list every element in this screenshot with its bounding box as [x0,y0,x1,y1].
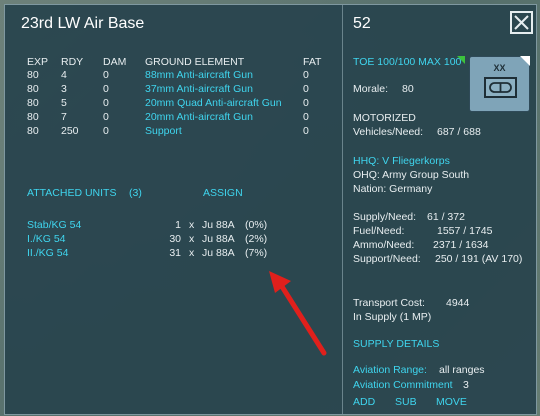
row-element[interactable]: 88mm Anti-aircraft Gun [145,69,253,81]
air-unit-type: Ju 88A [202,247,235,259]
air-unit-qty: 1 [175,219,181,231]
header-exp: EXP [27,56,49,68]
row-fat: 0 [303,83,309,95]
unit-title: 23rd LW Air Base [21,15,145,32]
air-unit-type: Ju 88A [202,219,235,231]
attached-units-label[interactable]: ATTACHED UNITS [27,187,116,199]
row-fat: 0 [303,69,309,81]
row-element[interactable]: 20mm Anti-aircraft Gun [145,111,253,123]
support-label: Support/Need: [353,253,421,265]
air-unit-name[interactable]: II./KG 54 [27,247,68,259]
unit-detail-panel: 23rd LW Air Base 52 EXP RDY DAM GROUND E… [4,4,537,415]
morale-label: Morale: [353,83,389,95]
row-exp: 80 [27,97,39,109]
in-supply-label: In Supply (1 MP) [353,311,432,323]
supply-details-button[interactable]: SUPPLY DETAILS [353,338,439,350]
transport-cost-value: 4944 [446,297,470,309]
aviation-range-value: all ranges [439,364,485,376]
aviation-commitment-label[interactable]: Aviation Commitment [353,379,453,391]
air-unit-qty: 31 [169,247,181,259]
row-exp: 80 [27,125,39,137]
header-ground-element: GROUND ELEMENT [145,56,245,68]
motorized-label: MOTORIZED [353,112,416,124]
supply-value: 61 / 372 [427,211,465,223]
aviation-range-label[interactable]: Aviation Range: [353,364,427,376]
air-unit-qty: 30 [169,233,181,245]
row-exp: 80 [27,83,39,95]
hhq-link[interactable]: HHQ: V Fliegerkorps [353,155,450,167]
row-rdy: 4 [61,69,67,81]
supply-label: Supply/Need: [353,211,417,223]
air-unit-pct: (0%) [245,219,268,231]
add-button[interactable]: ADD [353,396,375,408]
row-element[interactable]: 20mm Quad Anti-aircraft Gun [145,97,282,109]
support-value: 250 / 191 (AV 170) [435,253,523,265]
ammo-label: Ammo/Need: [353,239,415,251]
fuel-value: 1557 / 1745 [437,225,493,237]
move-button[interactable]: MOVE [436,396,467,408]
air-unit-x: x [189,247,195,259]
row-exp: 80 [27,111,39,123]
nation-label: Nation: Germany [353,183,433,195]
air-unit-x: x [189,219,195,231]
unit-number: 52 [353,15,371,32]
row-fat: 0 [303,111,309,123]
vehicles-value: 687 / 688 [437,126,481,138]
annotation-arrow [269,271,327,356]
fuel-label: Fuel/Need: [353,225,405,237]
header-fat: FAT [303,56,322,68]
transport-cost-label: Transport Cost: [353,297,425,309]
row-rdy: 3 [61,83,67,95]
sub-button[interactable]: SUB [395,396,417,408]
unit-size-mark: XX [493,63,506,73]
row-element[interactable]: 37mm Anti-aircraft Gun [145,83,253,95]
close-icon [514,15,529,30]
air-unit-name[interactable]: Stab/KG 54 [27,219,81,231]
vehicles-label: Vehicles/Need: [353,126,424,138]
row-rdy: 5 [61,97,67,109]
panel-divider [342,5,343,414]
ohq-label: OHQ: Army Group South [353,169,470,181]
row-fat: 0 [303,125,309,137]
row-rdy: 7 [61,111,67,123]
air-unit-type: Ju 88A [202,233,235,245]
air-unit-pct: (2%) [245,233,268,245]
row-dam: 0 [103,125,109,137]
header-dam: DAM [103,56,127,68]
row-dam: 0 [103,69,109,81]
air-unit-x: x [189,233,195,245]
row-dam: 0 [103,97,109,109]
header-rdy: RDY [61,56,84,68]
air-unit-pct: (7%) [245,247,268,259]
aviation-commitment-value: 3 [463,379,469,391]
assign-button[interactable]: ASSIGN [203,187,243,199]
row-element[interactable]: Support [145,125,182,137]
attached-units-count: (3) [129,187,142,199]
unit-type-symbol-icon [484,77,517,98]
air-unit-name[interactable]: I./KG 54 [27,233,66,245]
toe-marker [457,56,465,64]
morale-value: 80 [402,83,414,95]
row-dam: 0 [103,111,109,123]
row-fat: 0 [303,97,309,109]
row-dam: 0 [103,83,109,95]
ammo-value: 2371 / 1634 [433,239,489,251]
close-button[interactable] [510,11,533,34]
row-exp: 80 [27,69,39,81]
row-rdy: 250 [61,125,79,137]
air-base-unit-icon[interactable]: XX [469,56,530,112]
toe-status: TOE 100/100 MAX 100 [353,56,462,68]
